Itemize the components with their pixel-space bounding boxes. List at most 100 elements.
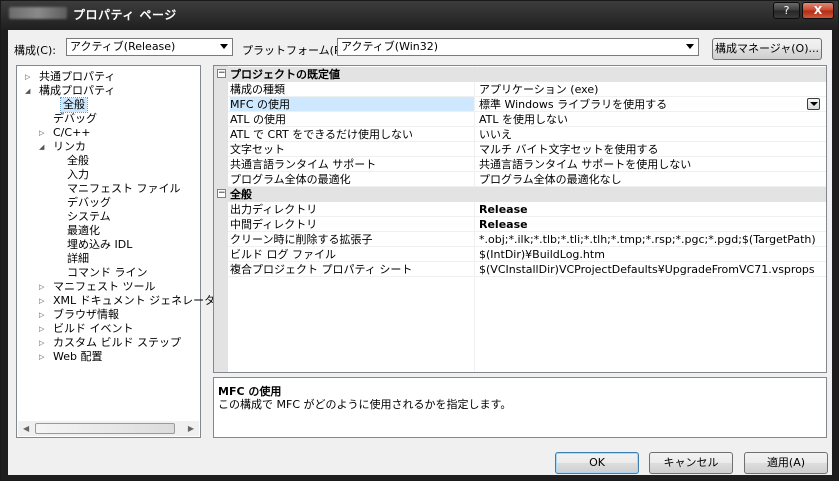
app-icon xyxy=(9,7,67,19)
tree-item[interactable]: 最適化 xyxy=(67,224,100,238)
grid-row-value[interactable]: *.obj;*.ilk;*.tlb;*.tli;*.tlh;*.tmp;*.rs… xyxy=(479,232,816,247)
tree-item[interactable]: 全般 xyxy=(60,97,88,113)
grid-row-key: ATL の使用 xyxy=(230,113,287,126)
cancel-button[interactable]: キャンセル xyxy=(649,452,733,474)
tree-item[interactable]: C/C++ xyxy=(53,126,91,140)
grid-row[interactable]: ATL の使用 ATL を使用しない xyxy=(228,112,826,127)
collapse-icon[interactable]: ◢ xyxy=(25,84,30,98)
help-button[interactable]: ? xyxy=(773,2,800,19)
grid-row-key: 複合プロジェクト プロパティ シート xyxy=(230,263,413,276)
tree-item[interactable]: マニフェスト ファイル xyxy=(67,182,181,196)
grid-row-value[interactable]: $(IntDir)¥BuildLog.htm xyxy=(479,247,605,262)
platform-dropdown[interactable]: アクティブ(Win32) xyxy=(337,38,699,56)
grid-row-value[interactable]: $(VCInstallDir)VCProjectDefaults¥Upgrade… xyxy=(479,262,815,277)
grid-row[interactable]: MFC の使用 標準 Windows ライブラリを使用する xyxy=(228,97,826,112)
tree-item[interactable]: カスタム ビルド ステップ xyxy=(53,336,181,350)
collapse-icon[interactable]: − xyxy=(217,69,226,78)
grid-row-key: 中間ディレクトリ xyxy=(230,218,318,231)
tree-item[interactable]: 埋め込み IDL xyxy=(67,238,132,252)
grid-row[interactable]: プログラム全体の最適化 プログラム全体の最適化なし xyxy=(228,172,826,187)
config-manager-button[interactable]: 構成マネージャ(O)... xyxy=(712,38,822,60)
grid-row-key: クリーン時に削除する拡張子 xyxy=(230,233,373,246)
expand-icon[interactable]: ▷ xyxy=(39,308,44,322)
grid-row-key: 共通言語ランタイム サポート xyxy=(230,158,377,171)
grid-row-key: ビルド ログ ファイル xyxy=(230,248,336,261)
expand-icon[interactable]: ▷ xyxy=(25,70,30,84)
grid-row[interactable]: クリーン時に削除する拡張子 *.obj;*.ilk;*.tlb;*.tli;*.t… xyxy=(228,232,826,247)
grid-row[interactable]: 共通言語ランタイム サポート 共通言語ランタイム サポートを使用しない xyxy=(228,157,826,172)
chevron-down-icon xyxy=(686,44,694,49)
config-dropdown-value: アクティブ(Release) xyxy=(70,40,176,53)
description-text: この構成で MFC がどのように使用されるかを指定します。 xyxy=(218,398,512,411)
grid-row-key: 出力ディレクトリ xyxy=(230,203,318,216)
platform-dropdown-value: アクティブ(Win32) xyxy=(341,40,439,53)
property-tree[interactable]: ◀ ▶ ▷ 共通プロパティ ◢ 構成プロパティ 全般 デバッグ ▷ C/C++ ◢ リンカ 全般 入力… xyxy=(16,65,215,438)
expand-icon[interactable]: ▷ xyxy=(39,280,44,294)
grid-row[interactable]: 出力ディレクトリ Release xyxy=(228,202,826,217)
property-grid[interactable]: − プロジェクトの既定値 構成の種類 アプリケーション (exe) MFC の使用 標準 … xyxy=(213,65,827,373)
grid-row[interactable]: 構成の種類 アプリケーション (exe) xyxy=(228,82,826,97)
close-button[interactable]: X xyxy=(802,2,834,19)
scrollbar-thumb[interactable] xyxy=(35,423,175,434)
scroll-left-icon[interactable]: ◀ xyxy=(23,424,29,433)
grid-row-key: 構成の種類 xyxy=(230,83,285,96)
window-title: プロパティ ページ xyxy=(73,8,177,22)
tree-item[interactable]: デバッグ xyxy=(67,196,111,210)
grid-row-key: 文字セット xyxy=(230,143,285,156)
expand-icon[interactable]: ▷ xyxy=(39,322,44,336)
grid-row[interactable]: 複合プロジェクト プロパティ シート $(VCInstallDir)VCProje… xyxy=(228,262,826,277)
grid-row-key: ATL で CRT をできるだけ使用しない xyxy=(230,128,414,141)
expand-icon[interactable]: ▷ xyxy=(39,294,44,308)
grid-category-title: プロジェクトの既定値 xyxy=(230,68,340,81)
chevron-down-icon xyxy=(220,44,228,49)
tree-item[interactable]: ブラウザ情報 xyxy=(53,308,119,322)
description-panel: MFC の使用 この構成で MFC がどのように使用されるかを指定します。 xyxy=(213,377,827,438)
grid-row-value[interactable]: ATL を使用しない xyxy=(479,112,568,127)
grid-row-value[interactable]: いいえ xyxy=(479,127,512,142)
expand-icon[interactable]: ▷ xyxy=(39,126,44,140)
platform-label: プラットフォーム(P): xyxy=(242,44,349,57)
tree-item[interactable]: リンカ xyxy=(53,140,86,154)
collapse-icon[interactable]: ◢ xyxy=(39,140,44,154)
tree-item[interactable]: コマンド ライン xyxy=(67,266,148,280)
grid-row-value[interactable]: Release xyxy=(479,202,528,217)
grid-row-value[interactable]: プログラム全体の最適化なし xyxy=(479,172,622,187)
grid-row-value[interactable]: 共通言語ランタイム サポートを使用しない xyxy=(479,157,691,172)
tree-item[interactable]: 入力 xyxy=(67,168,89,182)
grid-row[interactable]: ATL で CRT をできるだけ使用しない いいえ xyxy=(228,127,826,142)
grid-row-value[interactable]: アプリケーション (exe) xyxy=(479,82,598,97)
ok-button[interactable]: OK xyxy=(555,452,639,474)
value-dropdown-button[interactable] xyxy=(807,98,820,110)
grid-row-value[interactable]: Release xyxy=(479,217,528,232)
dialog-client-area: 構成(C): アクティブ(Release) プラットフォーム(P): アクティブ… xyxy=(8,30,832,475)
expand-icon[interactable]: ▷ xyxy=(39,350,44,364)
tree-item[interactable]: デバッグ xyxy=(53,112,97,126)
tree-item[interactable]: 全般 xyxy=(67,154,89,168)
tree-item[interactable]: ビルド イベント xyxy=(53,322,134,336)
grid-gutter xyxy=(214,66,228,372)
properties-window: プロパティ ページ ? X 構成(C): アクティブ(Release) プラット… xyxy=(0,0,839,481)
tree-item[interactable]: 構成プロパティ xyxy=(39,84,115,98)
tree-item[interactable]: 共通プロパティ xyxy=(39,70,115,84)
expand-icon[interactable]: ▷ xyxy=(39,336,44,350)
config-dropdown[interactable]: アクティブ(Release) xyxy=(66,38,233,56)
apply-button[interactable]: 適用(A) xyxy=(744,452,828,474)
grid-row-key: MFC の使用 xyxy=(230,97,474,111)
tree-item[interactable]: XML ドキュメント ジェネレータ xyxy=(53,294,215,308)
scroll-right-icon[interactable]: ▶ xyxy=(188,424,194,433)
tree-item[interactable]: Web 配置 xyxy=(53,350,102,364)
collapse-icon[interactable]: − xyxy=(217,189,226,198)
tree-item[interactable]: システム xyxy=(67,210,111,224)
title-bar[interactable]: プロパティ ページ ? X xyxy=(1,1,838,27)
grid-row-value[interactable]: マルチ バイト文字セットを使用する xyxy=(479,142,659,157)
grid-row[interactable]: ビルド ログ ファイル $(IntDir)¥BuildLog.htm xyxy=(228,247,826,262)
grid-row[interactable]: 文字セット マルチ バイト文字セットを使用する xyxy=(228,142,826,157)
grid-row-value[interactable]: 標準 Windows ライブラリを使用する xyxy=(479,97,667,112)
tree-item[interactable]: 詳細 xyxy=(67,252,89,266)
grid-category[interactable]: − 全般 xyxy=(214,187,826,202)
grid-row[interactable]: 中間ディレクトリ Release xyxy=(228,217,826,232)
grid-category[interactable]: − プロジェクトの既定値 xyxy=(214,67,826,82)
tree-horizontal-scrollbar[interactable]: ◀ ▶ xyxy=(18,421,199,436)
tree-item[interactable]: マニフェスト ツール xyxy=(53,280,156,294)
grid-category-title: 全般 xyxy=(230,188,252,201)
